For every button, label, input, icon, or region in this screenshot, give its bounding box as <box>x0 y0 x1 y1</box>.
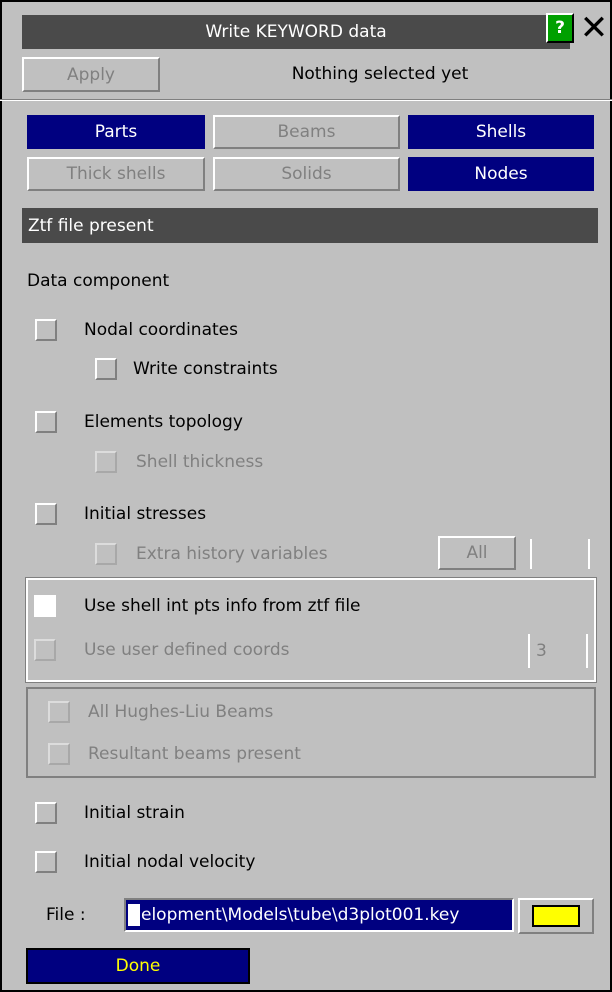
initial-strain-checkbox[interactable] <box>35 802 57 824</box>
help-button[interactable]: ? <box>546 13 574 43</box>
file-path-input[interactable]: elopment\Models\tube\d3plot001.key <box>124 898 514 932</box>
close-icon[interactable]: ✕ <box>576 10 612 46</box>
elements-topology-label: Elements topology <box>84 412 243 432</box>
nodal-coordinates-checkbox[interactable] <box>35 319 57 341</box>
initial-stresses-checkbox[interactable] <box>35 503 57 525</box>
done-button[interactable]: Done <box>26 948 250 984</box>
use-shell-int-pts-checkbox[interactable] <box>34 595 56 617</box>
all-hughes-liu-label: All Hughes-Liu Beams <box>88 702 274 722</box>
initial-stresses-label: Initial stresses <box>84 504 207 524</box>
initial-nodal-velocity-checkbox[interactable] <box>35 851 57 873</box>
use-user-defined-coords-checkbox[interactable] <box>34 639 56 661</box>
browse-folder-button[interactable] <box>518 898 594 934</box>
solids-button[interactable]: Solids <box>213 157 400 191</box>
status-text: Nothing selected yet <box>291 64 469 84</box>
separator <box>0 99 612 101</box>
write-constraints-checkbox[interactable] <box>95 358 117 380</box>
shell-thickness-checkbox[interactable] <box>95 451 117 473</box>
all-hughes-liu-checkbox[interactable] <box>48 701 70 723</box>
beams-button[interactable]: Beams <box>213 115 400 149</box>
initial-strain-label: Initial strain <box>84 803 185 823</box>
coords-value-field[interactable]: 3 <box>528 634 588 668</box>
initial-nodal-velocity-label: Initial nodal velocity <box>84 852 256 872</box>
file-label: File : <box>46 905 86 925</box>
data-component-heading: Data component <box>27 271 170 291</box>
nodal-coordinates-label: Nodal coordinates <box>84 320 238 340</box>
file-path-value: elopment\Models\tube\d3plot001.key <box>141 905 460 925</box>
parts-button[interactable]: Parts <box>27 115 205 149</box>
shells-button[interactable]: Shells <box>408 115 594 149</box>
apply-button[interactable]: Apply <box>22 57 160 92</box>
window-title: Write KEYWORD data <box>22 15 570 49</box>
text-cursor <box>128 904 140 926</box>
extra-history-variables-checkbox[interactable] <box>95 543 117 565</box>
elements-topology-checkbox[interactable] <box>35 411 57 433</box>
use-shell-int-pts-label: Use shell int pts info from ztf file <box>84 596 361 616</box>
folder-icon <box>532 905 580 927</box>
thick-shells-button[interactable]: Thick shells <box>27 157 205 191</box>
ztf-status-bar: Ztf file present <box>22 208 598 243</box>
extra-history-variables-label: Extra history variables <box>136 544 328 564</box>
use-user-defined-coords-label: Use user defined coords <box>84 640 290 660</box>
resultant-beams-checkbox[interactable] <box>48 743 70 765</box>
resultant-beams-label: Resultant beams present <box>88 744 301 764</box>
nodes-button[interactable]: Nodes <box>408 157 594 191</box>
all-button[interactable]: All <box>438 536 516 570</box>
shell-thickness-label: Shell thickness <box>136 452 264 472</box>
write-constraints-label: Write constraints <box>133 359 278 379</box>
history-variables-field[interactable] <box>530 539 590 569</box>
